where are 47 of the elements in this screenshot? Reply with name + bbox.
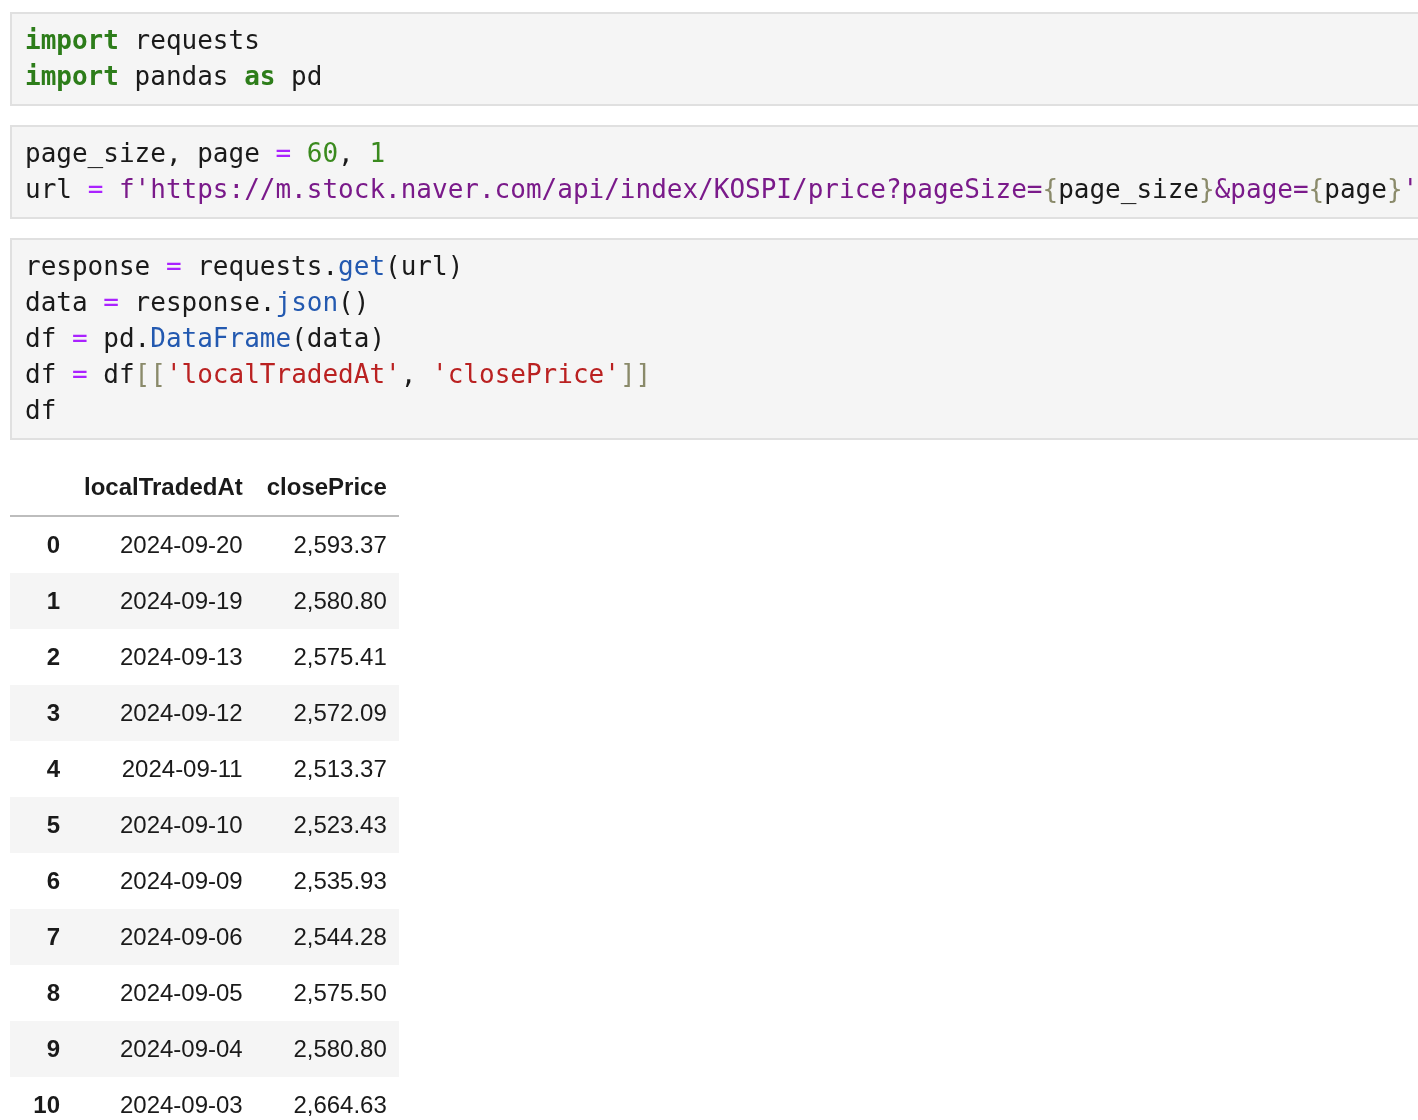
code-line: response = requests.get(url) (25, 250, 464, 283)
table-cell: 2024-09-04 (72, 1021, 255, 1077)
table-cell: 2,523.43 (254, 797, 399, 853)
column-header: localTradedAt (72, 459, 255, 516)
table-cell: 2024-09-11 (72, 741, 255, 797)
row-index: 3 (10, 685, 72, 741)
table-cell: 2024-09-13 (72, 629, 255, 685)
row-index: 6 (10, 853, 72, 909)
code-line: df (25, 394, 57, 427)
table-cell: 2,572.09 (254, 685, 399, 741)
code-line: import requests (25, 24, 260, 57)
table-cell: 2024-09-10 (72, 797, 255, 853)
row-index: 4 (10, 741, 72, 797)
table-cell: 2,575.41 (254, 629, 399, 685)
row-index: 7 (10, 909, 72, 965)
table-cell: 2,544.28 (254, 909, 399, 965)
row-index: 0 (10, 516, 72, 573)
code-line: df = pd.DataFrame(data) (25, 322, 386, 355)
row-index: 8 (10, 965, 72, 1021)
table-cell: 2,575.50 (254, 965, 399, 1021)
code-line: import pandas as pd (25, 60, 323, 93)
table-cell: 2,535.93 (254, 853, 399, 909)
table-cell: 2,593.37 (254, 516, 399, 573)
table-cell: 2024-09-19 (72, 573, 255, 629)
row-index: 1 (10, 573, 72, 629)
table-cell: 2,580.80 (254, 1021, 399, 1077)
code-line: df = df[['localTradedAt', 'closePrice']] (25, 358, 652, 391)
code-cell[interactable]: import requests import pandas as pd (10, 12, 1418, 106)
table-cell: 2,513.37 (254, 741, 399, 797)
code-line: data = response.json() (25, 286, 370, 319)
code-cell[interactable]: response = requests.get(url) data = response.json() df = pd.DataFrame(data) df = df[['localTradedAt', 'closePrice']] df (10, 238, 1418, 440)
table-cell: 2,664.63 (254, 1077, 399, 1120)
table-cell: 2024-09-12 (72, 685, 255, 741)
column-header: closePrice (254, 459, 399, 516)
table-cell: 2024-09-09 (72, 853, 255, 909)
row-index: 10 (10, 1077, 72, 1120)
row-index: 5 (10, 797, 72, 853)
code-line: page_size, page = 60, 1 (25, 137, 386, 170)
code-cell[interactable]: page_size, page = 60, 1 url = f'https://m.stock.naver.com/api/index/KOSPI/price?pageSize={page_size}&page={page}' (10, 125, 1418, 219)
row-index: 2 (10, 629, 72, 685)
code-line: url = f'https://m.stock.naver.com/api/index/KOSPI/price?pageSize={page_size}&page={page}' (25, 173, 1418, 206)
table-cell: 2024-09-20 (72, 516, 255, 573)
table-cell: 2024-09-05 (72, 965, 255, 1021)
table-cell: 2024-09-03 (72, 1077, 255, 1120)
row-index: 9 (10, 1021, 72, 1077)
table-cell: 2024-09-06 (72, 909, 255, 965)
table-cell: 2,580.80 (254, 573, 399, 629)
